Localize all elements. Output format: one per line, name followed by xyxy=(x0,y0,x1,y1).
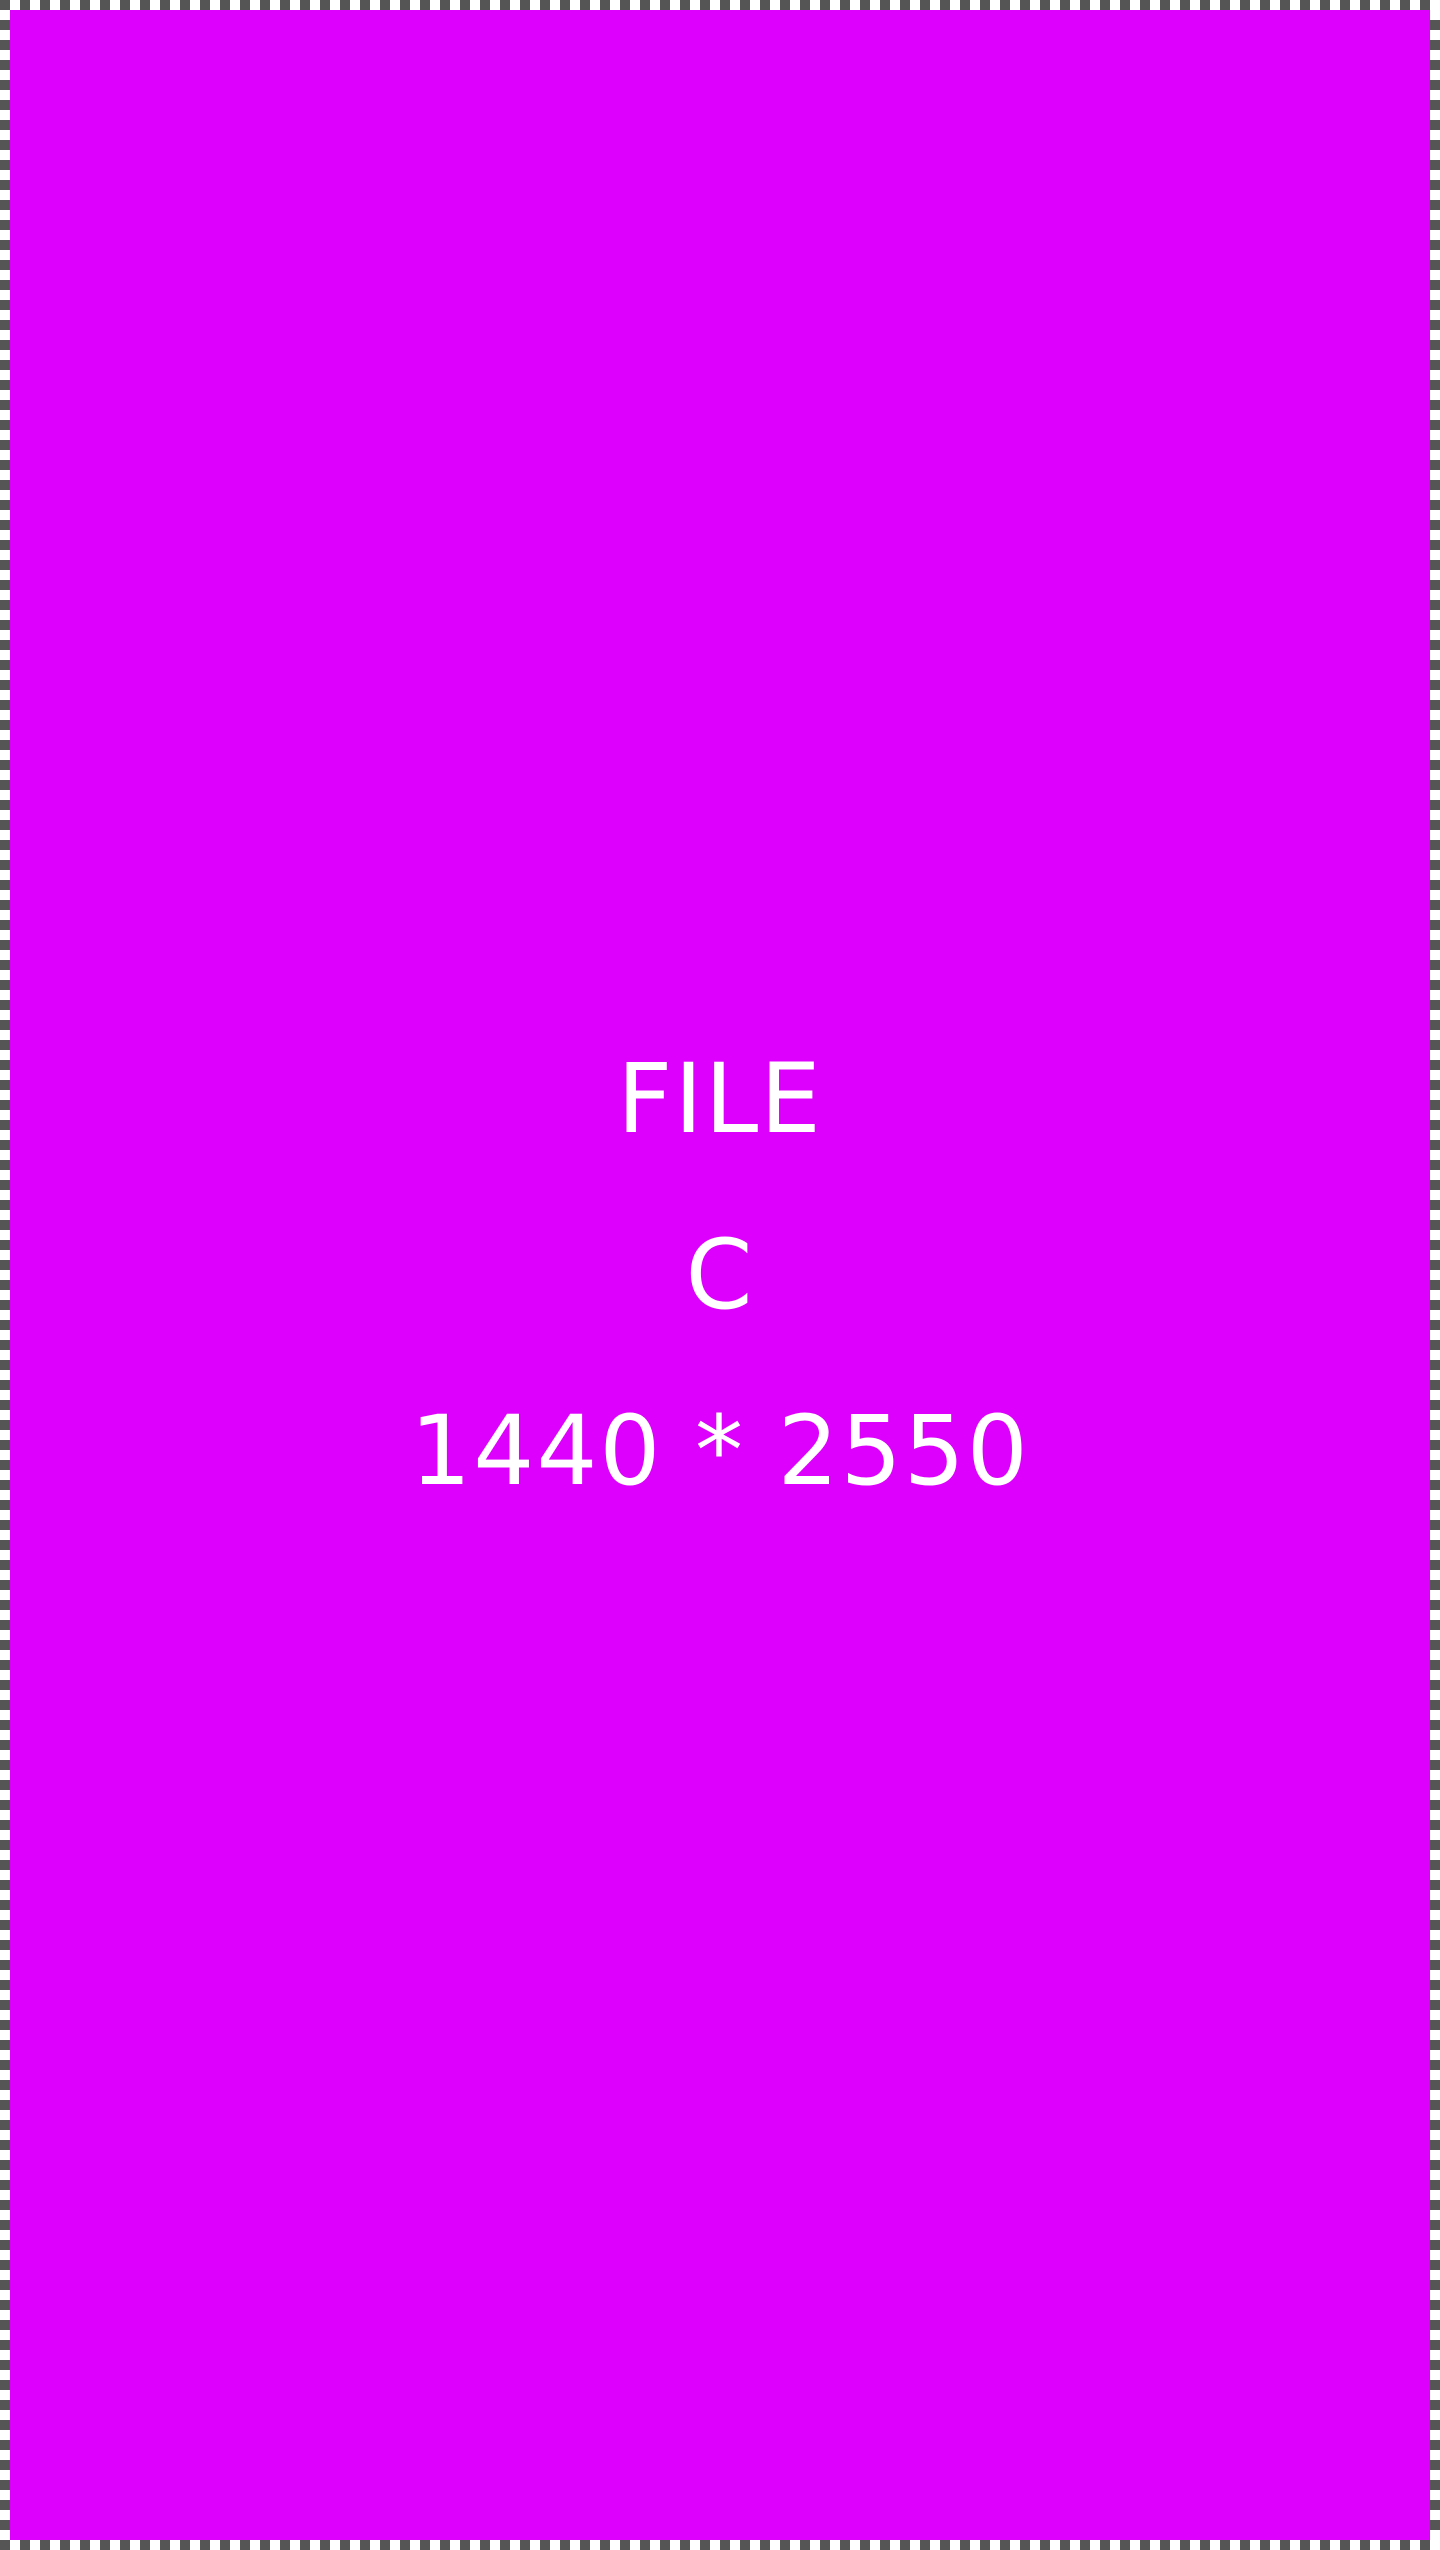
dimensions-label: 1440 * 2550 xyxy=(410,1395,1030,1507)
placeholder-frame: FILE C 1440 * 2550 xyxy=(0,0,1440,2550)
placeholder-panel: FILE C 1440 * 2550 xyxy=(10,10,1430,2540)
file-label: FILE xyxy=(617,1043,823,1155)
file-id-label: C xyxy=(685,1219,755,1331)
